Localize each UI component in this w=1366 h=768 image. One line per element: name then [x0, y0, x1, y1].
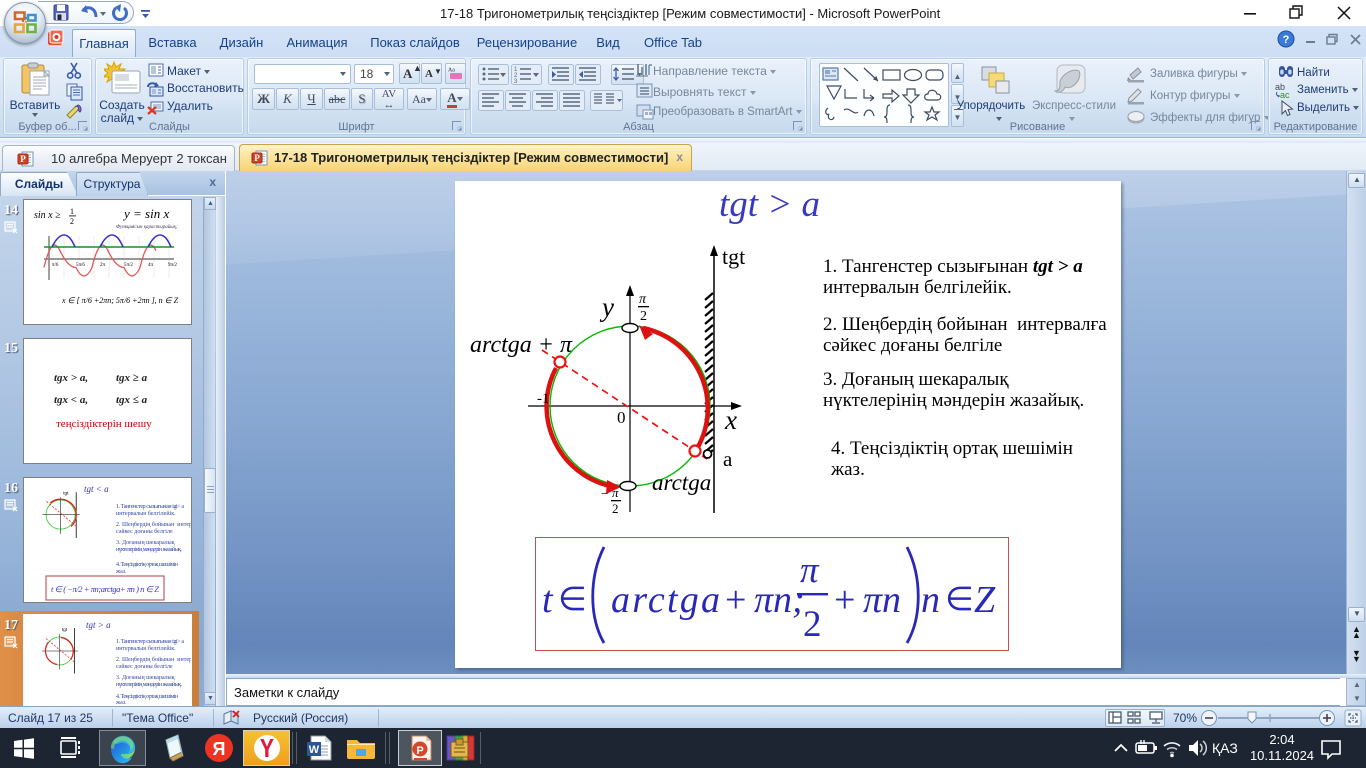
- svg-text:W: W: [309, 744, 320, 756]
- svg-text:ac: ac: [1280, 90, 1290, 99]
- svg-text:интервалын белгілейік.: интервалын белгілейік.: [116, 510, 176, 517]
- svg-text:+: +: [834, 579, 855, 621]
- svg-text:tgx < a,: tgx < a,: [54, 394, 88, 406]
- svg-text:πn: πn: [863, 579, 901, 621]
- svg-text:2: 2: [803, 604, 822, 645]
- svg-text:∈: ∈: [945, 582, 974, 618]
- svg-text:Я: Я: [213, 739, 226, 759]
- svg-text:жаз.: жаз.: [115, 700, 127, 705]
- svg-text:4π: 4π: [148, 263, 154, 268]
- svg-text:arctga: arctga: [611, 579, 720, 621]
- svg-text:2: 2: [640, 309, 647, 324]
- svg-text:tgt: tgt: [722, 244, 745, 269]
- svg-text:нүктелерінің мәндерін жазайық.: нүктелерінің мәндерін жазайық.: [116, 546, 183, 553]
- svg-text:tgt > a: tgt > a: [86, 620, 111, 630]
- svg-text:P: P: [20, 154, 26, 164]
- svg-text:Функциясын қарастырайық;: Функциясын қарастырайық;: [116, 224, 178, 230]
- svg-text:x ∈ [ π/6 +2πn; 5π/6 +2πn ], n: x ∈ [ π/6 +2πn; 5π/6 +2πn ], n ∈ Z: [61, 296, 179, 305]
- svg-text:2: 2: [70, 217, 74, 226]
- svg-text:x: x: [724, 405, 737, 435]
- svg-text:3. Доғаның шекаралық: 3. Доғаның шекаралық: [116, 675, 175, 681]
- svg-text:y = sin x: y = sin x: [122, 206, 169, 221]
- svg-text:1. Тангенстер сызығынан tgt> а: 1. Тангенстер сызығынан tgt> а: [116, 639, 184, 645]
- svg-text:5π/2: 5π/2: [124, 263, 133, 268]
- svg-text:-1: -1: [537, 391, 550, 407]
- svg-text:πn;: πn;: [754, 579, 805, 621]
- svg-text:P: P: [416, 745, 423, 757]
- svg-text:a: a: [723, 447, 733, 471]
- svg-text:интервалын белгілейік.: интервалын белгілейік.: [116, 645, 176, 652]
- svg-text:1. Тангенстер сызығынан tgt< а: 1. Тангенстер сызығынан tgt< а: [116, 504, 184, 510]
- svg-text:tgt: tgt: [63, 490, 69, 495]
- svg-text:Z: Z: [974, 579, 996, 621]
- svg-text:2: 2: [612, 501, 619, 516]
- svg-text:t: t: [542, 579, 554, 621]
- svg-text:tgt: tgt: [62, 627, 68, 632]
- svg-text:сәйкес доғаны белгіле: сәйкес доғаны белгіле: [116, 528, 173, 535]
- svg-text:tgx > a,: tgx > a,: [54, 372, 88, 384]
- svg-text:tgt < a: tgt < a: [84, 484, 109, 494]
- svg-text:n: n: [921, 579, 940, 621]
- svg-text:?: ?: [1283, 34, 1290, 46]
- svg-text:2. Шеңбердің бойынан интервал: 2. Шеңбердің бойынан интервалға: [116, 656, 191, 663]
- svg-text:+: +: [725, 579, 746, 621]
- svg-text:сәйкес доғаны белгіле: сәйкес доғаны белгіле: [116, 663, 173, 670]
- svg-text:tgx ≤ a: tgx ≤ a: [116, 394, 148, 406]
- svg-text:y: y: [599, 292, 614, 322]
- svg-text:теңсіздіктерін шешу: теңсіздіктерін шешу: [56, 418, 152, 430]
- svg-text:3. Доғаның шекаралық: 3. Доғаның шекаралық: [116, 540, 175, 546]
- svg-text:π: π: [800, 550, 820, 591]
- svg-text:arctga: arctga: [652, 470, 711, 495]
- svg-text:2π: 2π: [100, 263, 106, 268]
- svg-text:1: 1: [70, 207, 74, 216]
- svg-text:4. Теңсіздіктің ортақ шешімін: 4. Теңсіздіктің ортақ шешімін: [116, 562, 179, 568]
- svg-text:9π/2: 9π/2: [168, 263, 177, 268]
- svg-text:0: 0: [617, 408, 626, 427]
- svg-text:t ∈ ( −π/2 + πn;arctga+ πn ) n: t ∈ ( −π/2 + πn;arctga+ πn ) n ∈ Z: [51, 584, 159, 594]
- svg-text:2. Шеңбердің бойынан интервал: 2. Шеңбердің бойынан интервалға: [116, 521, 191, 528]
- svg-text:sin x ≥: sin x ≥: [34, 210, 61, 221]
- svg-text:π: π: [639, 292, 647, 307]
- svg-text:5π/6: 5π/6: [76, 263, 85, 268]
- svg-text:жаз.: жаз.: [115, 569, 127, 575]
- svg-text:π: π: [612, 485, 619, 500]
- svg-text:нүктелерінің мәндерін жазайық.: нүктелерінің мәндерін жазайық.: [116, 681, 183, 688]
- svg-text:π/6: π/6: [52, 263, 59, 268]
- svg-text:P: P: [254, 153, 260, 163]
- svg-text:−: −: [601, 486, 608, 501]
- svg-text:∈: ∈: [558, 582, 587, 618]
- svg-text:tgx ≥ a: tgx ≥ a: [116, 372, 148, 384]
